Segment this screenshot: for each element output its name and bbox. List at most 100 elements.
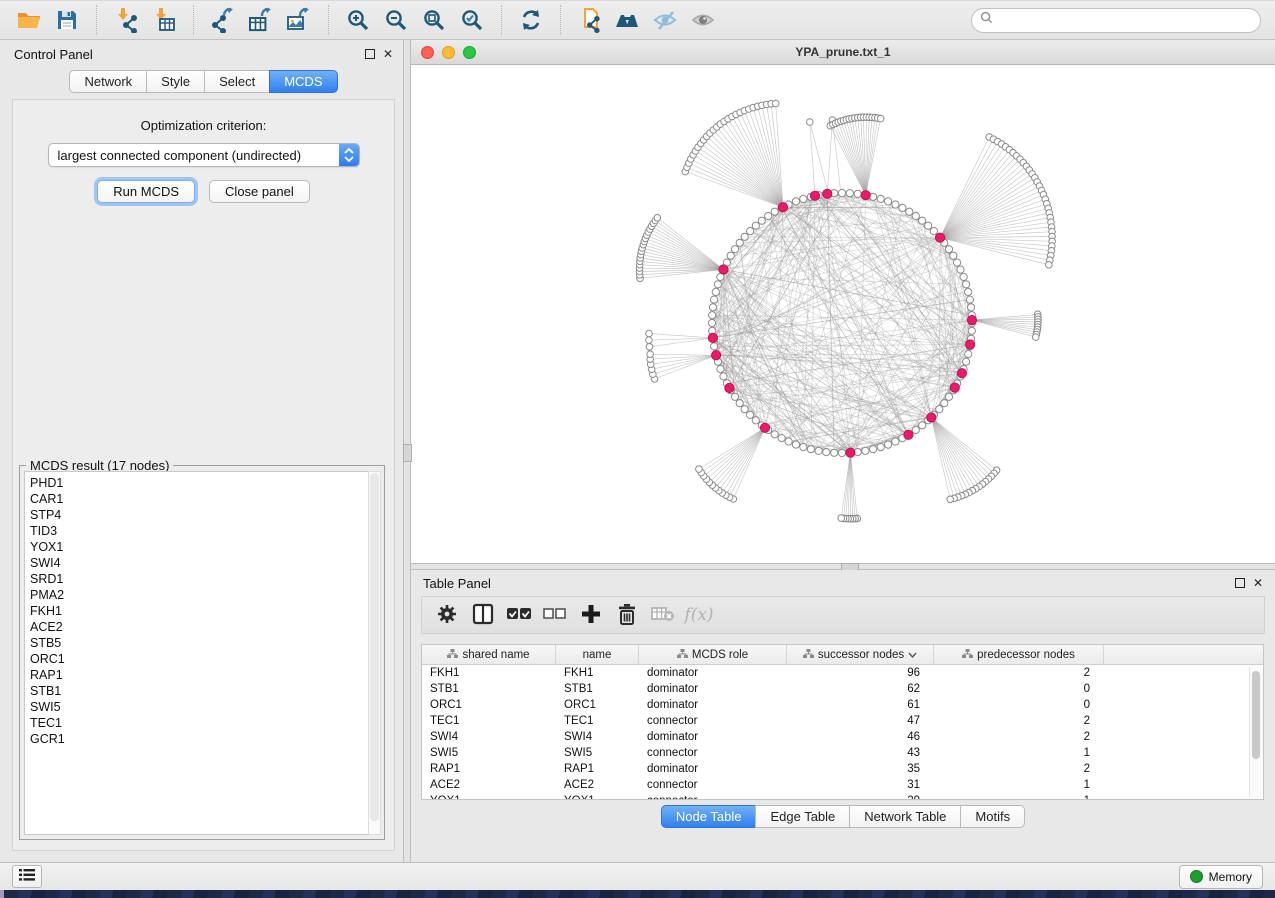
close-panel-icon[interactable]: ✕: [383, 48, 393, 60]
save-session-button[interactable]: [48, 5, 86, 35]
optimization-criterion-dropdown[interactable]: largest connected component (undirected): [48, 143, 360, 167]
mcds-result-item[interactable]: PHD1: [30, 475, 368, 491]
mcds-result-item[interactable]: GCR1: [30, 731, 368, 747]
cell-name: YOX1: [556, 795, 639, 800]
open-file-button[interactable]: [10, 5, 48, 35]
float-panel-icon[interactable]: [365, 49, 375, 59]
network-view-panel: YPA_prune.txt_1: [411, 40, 1275, 563]
table-row-SWI4[interactable]: SWI4SWI4dominator462: [422, 729, 1263, 745]
vertical-splitter[interactable]: [403, 40, 411, 862]
column-header-shared-name[interactable]: shared name: [422, 645, 556, 664]
refresh-layout-button[interactable]: [512, 5, 550, 35]
import-table-button[interactable]: [145, 5, 183, 35]
cell-shared-name: FKH1: [422, 667, 556, 679]
mcds-result-item[interactable]: SWI5: [30, 699, 368, 715]
table-body: FKH1FKH1dominator962STB1STB1dominator620…: [422, 665, 1263, 800]
table-row-STB1[interactable]: STB1STB1dominator620: [422, 681, 1263, 697]
optimization-criterion-label: Optimization criterion:: [13, 118, 394, 133]
run-mcds-button[interactable]: Run MCDS: [97, 180, 195, 203]
table-row-YOX1[interactable]: YOX1YOX1connector291: [422, 793, 1263, 800]
tab-edge-table[interactable]: Edge Table: [755, 805, 850, 828]
table-scrollbar[interactable]: [1249, 667, 1262, 797]
mcds-result-list[interactable]: PHD1CAR1STP4TID3YOX1SWI4SRD1PMA2FKH1ACE2…: [24, 471, 369, 835]
export-image-button[interactable]: [280, 5, 318, 35]
memory-button-label: Memory: [1209, 870, 1252, 884]
mcds-result-item[interactable]: TEC1: [30, 715, 368, 731]
split-columns-button[interactable]: [468, 600, 498, 630]
mcds-result-item[interactable]: TID3: [30, 523, 368, 539]
import-network-button[interactable]: [107, 5, 145, 35]
tab-network-table[interactable]: Network Table: [849, 805, 961, 828]
tab-mcds[interactable]: MCDS: [269, 70, 337, 93]
table-scrollbar-thumb[interactable]: [1252, 671, 1260, 759]
close-panel-button[interactable]: Close panel: [209, 180, 310, 203]
float-table-panel-icon[interactable]: [1235, 578, 1245, 588]
search-box[interactable]: [971, 8, 1261, 33]
tab-network[interactable]: Network: [69, 70, 147, 93]
tab-style[interactable]: Style: [146, 70, 205, 93]
table-settings-gear-button[interactable]: [432, 600, 462, 630]
deselect-all-columns-button[interactable]: [540, 600, 570, 630]
table-row-TEC1[interactable]: TEC1TEC1connector472: [422, 713, 1263, 729]
export-table-icon: [248, 7, 274, 33]
memory-status-icon: [1190, 870, 1203, 883]
mcds-result-item[interactable]: RAP1: [30, 667, 368, 683]
tab-node-table[interactable]: Node Table: [661, 805, 757, 828]
show-details-button[interactable]: [685, 5, 723, 35]
share-network-file-button[interactable]: [571, 5, 609, 35]
tab-motifs[interactable]: Motifs: [960, 805, 1025, 828]
column-label: shared name: [462, 649, 529, 661]
task-history-button[interactable]: [12, 865, 42, 888]
table-row-FKH1[interactable]: FKH1FKH1dominator962: [422, 665, 1263, 681]
zoom-out-button[interactable]: [377, 5, 415, 35]
mcds-result-item[interactable]: SRD1: [30, 571, 368, 587]
mcds-result-item[interactable]: PMA2: [30, 587, 368, 603]
hide-details-button[interactable]: [647, 5, 685, 35]
zoom-out-icon: [384, 8, 408, 32]
export-network-button[interactable]: [204, 5, 242, 35]
export-table-button[interactable]: [242, 5, 280, 35]
mcds-result-item[interactable]: SWI4: [30, 555, 368, 571]
cell-predecessor-nodes: 2: [934, 715, 1104, 727]
horizontal-splitter[interactable]: [411, 563, 1275, 570]
delete-table-button: [648, 600, 678, 630]
column-header-predecessor-nodes[interactable]: predecessor nodes: [934, 645, 1104, 664]
select-all-columns-button[interactable]: [504, 600, 534, 630]
share-network-file-icon: [577, 7, 603, 33]
network-graph[interactable]: [411, 65, 1275, 563]
find-network-button[interactable]: [609, 5, 647, 35]
column-header-successor-nodes[interactable]: successor nodes: [787, 645, 934, 664]
mcds-result-item[interactable]: FKH1: [30, 603, 368, 619]
mcds-result-item[interactable]: STB1: [30, 683, 368, 699]
cell-predecessor-nodes: 1: [934, 747, 1104, 759]
search-input[interactable]: [998, 12, 1252, 28]
cell-MCDS-role: connector: [639, 795, 787, 800]
column-header-name[interactable]: name: [556, 645, 639, 664]
memory-button[interactable]: Memory: [1179, 865, 1263, 889]
network-canvas[interactable]: [411, 65, 1275, 563]
toolbar-group: [502, 5, 561, 35]
mcds-result-item[interactable]: STP4: [30, 507, 368, 523]
table-row-SWI5[interactable]: SWI5SWI5connector431: [422, 745, 1263, 761]
mcds-result-item[interactable]: CAR1: [30, 491, 368, 507]
vertical-splitter-handle[interactable]: [403, 444, 412, 462]
mcds-result-item[interactable]: ORC1: [30, 651, 368, 667]
column-header-MCDS-role[interactable]: MCDS role: [639, 645, 787, 664]
zoom-in-button[interactable]: [339, 5, 377, 35]
zoom-fit-button[interactable]: [415, 5, 453, 35]
mcds-result-item[interactable]: ACE2: [30, 619, 368, 635]
tab-select[interactable]: Select: [204, 70, 270, 93]
table-panel: Table Panel ✕ f(x) shared namenameMCDS r…: [411, 570, 1275, 862]
table-row-ACE2[interactable]: ACE2ACE2connector311: [422, 777, 1263, 793]
table-row-ORC1[interactable]: ORC1ORC1dominator610: [422, 697, 1263, 713]
column-label: MCDS role: [692, 649, 748, 661]
mcds-result-item[interactable]: YOX1: [30, 539, 368, 555]
network-window-titlebar[interactable]: YPA_prune.txt_1: [411, 40, 1275, 65]
delete-column-button[interactable]: [612, 600, 642, 630]
table-row-RAP1[interactable]: RAP1RAP1dominator352: [422, 761, 1263, 777]
result-scrollbar[interactable]: [368, 471, 381, 835]
mcds-result-item[interactable]: STB5: [30, 635, 368, 651]
add-column-button[interactable]: [576, 600, 606, 630]
zoom-selected-button[interactable]: [453, 5, 491, 35]
close-table-panel-icon[interactable]: ✕: [1253, 577, 1263, 589]
